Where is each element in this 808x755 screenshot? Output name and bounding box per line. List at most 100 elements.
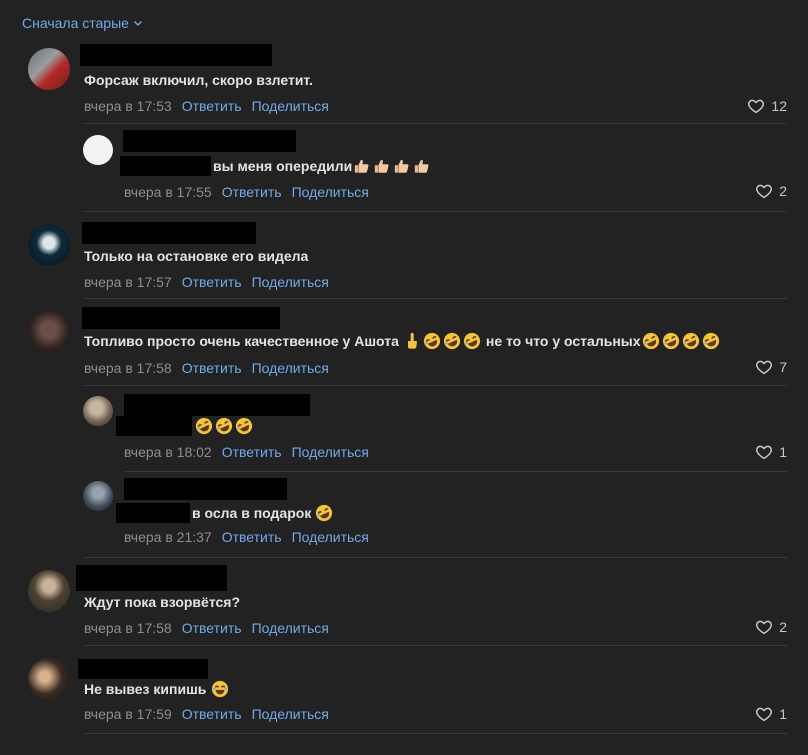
redacted-text xyxy=(120,156,211,176)
comment-text: Форсаж включил, скоро взлетит. xyxy=(84,72,313,88)
author-name-redacted xyxy=(124,394,310,416)
like-button[interactable]: 12 xyxy=(747,97,787,115)
thumbs-up-icon xyxy=(373,157,391,175)
avatar[interactable] xyxy=(83,481,113,511)
avatar[interactable] xyxy=(28,311,70,353)
author-name-redacted xyxy=(82,307,280,329)
comment-text: Только на остановке его видела xyxy=(84,248,309,264)
comment: Не вывез кипишь вчера в 17:59 Ответить Под… xyxy=(0,655,808,755)
avatar[interactable] xyxy=(28,48,70,90)
like-button[interactable]: 1 xyxy=(755,443,787,461)
timestamp: вчера в 17:53 xyxy=(84,98,172,114)
author-name-redacted xyxy=(123,130,296,152)
thumbs-up-icon xyxy=(353,157,371,175)
sort-dropdown[interactable]: Сначала старые xyxy=(22,15,143,31)
comment: Ждут пока взорвётся? вчера в 17:58 Ответи… xyxy=(0,565,808,665)
author-name-redacted xyxy=(78,659,208,679)
rofl-emoji-icon xyxy=(702,332,720,350)
like-button[interactable]: 1 xyxy=(755,705,787,723)
reply-button[interactable]: Ответить xyxy=(182,274,242,290)
divider xyxy=(84,733,787,734)
share-button[interactable]: Поделиться xyxy=(292,444,369,460)
divider xyxy=(124,471,787,472)
author-name-redacted xyxy=(82,222,256,244)
comment-meta: вчера в 17:59 Ответить Поделиться xyxy=(84,706,329,722)
comment-text-row: вы меня опередили xyxy=(120,156,432,176)
reply-button[interactable]: Ответить xyxy=(222,444,282,460)
timestamp: вчера в 17:59 xyxy=(84,706,172,722)
like-count: 2 xyxy=(779,619,787,635)
comment-meta: вчера в 17:58 Ответить Поделиться xyxy=(84,360,329,376)
reply-button[interactable]: Ответить xyxy=(182,620,242,636)
rofl-emoji-icon xyxy=(682,332,700,350)
avatar[interactable] xyxy=(28,658,70,700)
timestamp: вчера в 17:55 xyxy=(124,184,212,200)
joy-emoji-icon xyxy=(211,680,229,698)
timestamp: вчера в 17:57 xyxy=(84,274,172,290)
redacted-text xyxy=(116,503,190,523)
divider xyxy=(84,298,787,299)
divider xyxy=(84,557,787,558)
comment-text-row xyxy=(116,416,254,436)
divider xyxy=(84,211,787,212)
reply-button[interactable]: Ответить xyxy=(222,184,282,200)
avatar[interactable] xyxy=(28,224,70,266)
rofl-emoji-icon xyxy=(195,417,213,435)
like-button[interactable]: 2 xyxy=(755,618,787,636)
share-button[interactable]: Поделиться xyxy=(252,360,329,376)
comment-text: Ждут пока взорвётся? xyxy=(84,594,240,610)
comment-meta: вчера в 17:53 Ответить Поделиться xyxy=(84,98,329,114)
heart-icon xyxy=(755,358,773,376)
thumbs-up-icon xyxy=(393,157,411,175)
rofl-emoji-icon xyxy=(315,504,333,522)
pointing-up-icon xyxy=(403,332,421,350)
share-button[interactable]: Поделиться xyxy=(252,98,329,114)
comment-meta: вчера в 17:57 Ответить Поделиться xyxy=(84,274,329,290)
like-count: 1 xyxy=(779,706,787,722)
comment-text-row: в осла в подарок xyxy=(116,503,334,523)
author-name-redacted xyxy=(76,565,227,591)
comment-reply: вы меня опередили вчера в 17:55 Ответить П… xyxy=(0,129,808,229)
reply-button[interactable]: Ответить xyxy=(182,98,242,114)
comment-meta: вчера в 17:58 Ответить Поделиться xyxy=(84,620,329,636)
avatar[interactable] xyxy=(28,570,70,612)
like-button[interactable]: 2 xyxy=(755,182,787,200)
rofl-emoji-icon xyxy=(423,332,441,350)
redacted-text xyxy=(116,416,192,436)
author-name-redacted xyxy=(80,44,272,66)
comment-text-row: Не вывез кипишь xyxy=(84,680,230,698)
like-button[interactable]: 7 xyxy=(755,358,787,376)
avatar[interactable] xyxy=(83,135,113,165)
share-button[interactable]: Поделиться xyxy=(252,274,329,290)
share-button[interactable]: Поделиться xyxy=(292,184,369,200)
comment-meta: вчера в 18:02 Ответить Поделиться xyxy=(124,444,369,460)
thumbs-up-icon xyxy=(413,157,431,175)
heart-icon xyxy=(755,443,773,461)
comment-meta: вчера в 21:37 Ответить Поделиться xyxy=(124,529,369,545)
heart-icon xyxy=(755,618,773,636)
share-button[interactable]: Поделиться xyxy=(292,529,369,545)
reply-button[interactable]: Ответить xyxy=(182,706,242,722)
share-button[interactable]: Поделиться xyxy=(252,620,329,636)
comment-text-2: не то что у остальных xyxy=(485,333,641,349)
rofl-emoji-icon xyxy=(662,332,680,350)
rofl-emoji-icon xyxy=(463,332,481,350)
avatar[interactable] xyxy=(83,396,113,426)
sort-label: Сначала старые xyxy=(22,15,129,31)
reply-button[interactable]: Ответить xyxy=(222,529,282,545)
divider xyxy=(84,385,787,386)
comment-text: вы меня опередили xyxy=(213,158,353,174)
rofl-emoji-icon xyxy=(215,417,233,435)
timestamp: вчера в 21:37 xyxy=(124,529,212,545)
comment: Форсаж включил, скоро взлетит. вчера в 1… xyxy=(0,42,808,142)
comment-reply: в осла в подарок вчера в 21:37 Ответить По… xyxy=(0,477,808,577)
reply-button[interactable]: Ответить xyxy=(182,360,242,376)
rofl-emoji-icon xyxy=(642,332,660,350)
share-button[interactable]: Поделиться xyxy=(252,706,329,722)
like-count: 12 xyxy=(771,98,787,114)
author-name-redacted xyxy=(124,478,287,500)
divider xyxy=(84,645,787,646)
timestamp: вчера в 17:58 xyxy=(84,620,172,636)
heart-icon xyxy=(747,97,765,115)
comment-text: в осла в подарок xyxy=(192,505,312,521)
